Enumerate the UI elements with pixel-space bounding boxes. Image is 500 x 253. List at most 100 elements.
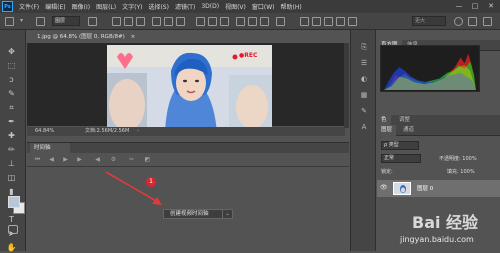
layer-row[interactable]: 👁 图层 0 [377,180,500,197]
watermark-url: jingyan.baidu.com [400,235,474,244]
move-tool-icon[interactable]: ✥ [6,46,17,57]
auto-select-checkbox[interactable] [36,17,45,26]
align-bottom-icon[interactable] [176,17,185,26]
align-middle-icon[interactable] [164,17,173,26]
properties-icon[interactable]: ☰ [359,58,369,68]
menu-image[interactable]: 图像(I) [72,2,90,11]
brush-settings-icon[interactable]: ✎ [359,106,369,116]
menu-type[interactable]: 文字(Y) [122,2,142,11]
create-video-timeline-button[interactable]: 创建视频时间轴 ⌄ [163,209,233,219]
distribute-left-icon[interactable] [236,17,245,26]
clone-stamp-tool-icon[interactable]: ⊥ [6,158,17,169]
close-button[interactable]: ✕ [484,1,498,11]
audio-icon[interactable]: ◀ [93,156,102,164]
layer-thumbnail-art [394,183,410,194]
menu-filter[interactable]: 滤镜(T) [175,2,195,11]
align-center-icon[interactable] [124,17,133,26]
eraser-tool-icon[interactable]: ◫ [6,172,17,183]
align-left-icon[interactable] [112,17,121,26]
layer-filter-dropdown[interactable]: ρ 类型 [381,141,419,150]
move-tool-icon[interactable] [5,17,14,26]
eyedropper-tool-icon[interactable]: ✒ [6,116,17,127]
first-frame-icon[interactable]: ⏮ [33,156,42,164]
healing-brush-tool-icon[interactable]: ✚ [6,130,17,141]
document-info: 文档:2.56M/2.56M [85,128,130,134]
watermark-logo: Bai 经验 [412,213,479,232]
3d-rotate-icon[interactable] [300,17,309,26]
histogram-chart [380,45,480,92]
play-icon[interactable]: ▶ [61,156,70,164]
type-tool-icon[interactable]: T [6,214,17,225]
close-tab-icon[interactable]: × [131,34,136,40]
timeline-tab[interactable]: 时间轴 [30,143,70,153]
distribute-center-icon[interactable] [248,17,257,26]
history-icon[interactable]: ⎘ [359,42,369,52]
tab-layers[interactable]: 图层 [377,125,397,136]
workspace-dropdown[interactable]: 更大 [412,16,446,26]
menu-select[interactable]: 选择(S) [148,2,169,11]
menu-edit[interactable]: 编辑(E) [45,2,65,11]
auto-align-icon[interactable] [276,17,285,26]
brush-tool-icon[interactable]: ✏ [6,144,17,155]
quick-select-tool-icon[interactable]: ✎ [6,88,17,99]
distribute-bottom-icon[interactable] [220,17,229,26]
maximize-button[interactable]: □ [468,1,482,11]
align-right-icon[interactable] [136,17,145,26]
hand-tool-icon[interactable]: ✋ [6,242,17,253]
foreground-color-swatch[interactable] [8,196,20,208]
split-clip-icon[interactable]: ✂ [127,156,136,164]
menu-layer[interactable]: 图层(L) [96,2,116,11]
chevron-down-icon[interactable]: ⌄ [222,210,232,218]
distribute-top-icon[interactable] [196,17,205,26]
previous-frame-icon[interactable]: ◀ [47,156,56,164]
status-bar: 64.84% 文档:2.56M/2.56M › [27,127,345,136]
zoom-level[interactable]: 64.84% [35,127,54,136]
options-bar: ▾ 图层 更大 [0,13,500,30]
3d-scale-icon[interactable] [348,17,357,26]
auto-select-dropdown[interactable]: 图层 [52,16,80,26]
distribute-right-icon[interactable] [260,17,269,26]
search-icon[interactable] [454,17,463,26]
menu-file[interactable]: 文件(F) [19,2,39,11]
settings-gear-icon[interactable]: ⚙ [109,156,118,164]
document-tab[interactable]: 1.jpg @ 64.8% (图层 0, RGB/8#) × [33,32,163,43]
opacity-field[interactable]: 不透明度: 100% [439,155,477,162]
document-tab-label: 1.jpg @ 64.8% (图层 0, RGB/8#) [37,34,125,40]
next-frame-icon[interactable]: ▶ [75,156,84,164]
3d-slide-icon[interactable] [336,17,345,26]
rec-label: ●REC [239,52,258,59]
minimize-button[interactable]: — [452,1,466,11]
fill-field[interactable]: 填充: 100% [447,168,475,175]
transform-controls-checkbox[interactable] [88,17,97,26]
timeline-header [27,142,349,153]
vertical-scrollbar[interactable] [344,43,349,128]
marquee-tool-icon[interactable]: ⬚ [6,60,17,71]
eye-icon[interactable]: 👁 [380,184,388,192]
status-arrow-icon[interactable]: › [137,127,139,136]
character-icon[interactable]: A [359,122,369,132]
lasso-tool-icon[interactable]: ↄ [6,74,17,85]
quick-mask-icon[interactable] [8,225,18,234]
distribute-middle-icon[interactable] [208,17,217,26]
menu-help[interactable]: 帮助(H) [281,2,302,11]
3d-roll-icon[interactable] [312,17,321,26]
3d-pan-icon[interactable] [324,17,333,26]
swatches-icon[interactable]: ▦ [359,90,369,100]
blend-mode-dropdown[interactable]: 正常 [381,154,421,163]
menu-window[interactable]: 窗口(W) [252,2,275,11]
menu-bar: Ps 文件(F) 编辑(E) 图像(I) 图层(L) 文字(Y) 选择(S) 滤… [0,0,500,13]
menu-3d[interactable]: 3D(D) [201,3,219,10]
workspace-icon[interactable] [468,17,477,26]
watermark: Bai 经验 jingyan.baidu.com [398,207,498,249]
layer-name[interactable]: 图层 0 [417,184,433,192]
align-top-icon[interactable] [152,17,161,26]
tab-channels[interactable]: 通道 [399,125,418,136]
color-icon[interactable]: ◐ [359,74,369,84]
menu-view[interactable]: 视图(V) [225,2,246,11]
photoshop-logo-icon: Ps [2,1,13,12]
instruction-arrow [105,171,162,205]
share-icon[interactable] [483,17,492,26]
transition-icon[interactable]: ◩ [143,156,152,164]
canvas-image[interactable]: ●REC [107,45,272,133]
crop-tool-icon[interactable]: ⌗ [6,102,17,113]
